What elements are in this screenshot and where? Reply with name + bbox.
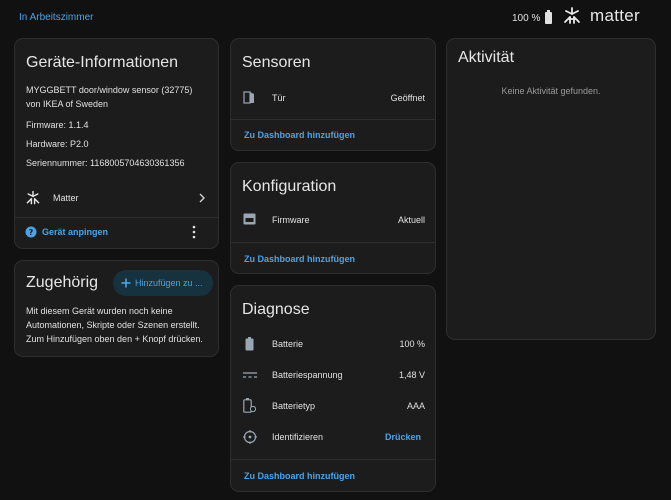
sensor-row-door[interactable]: Tür Geöffnet (231, 87, 435, 109)
related-text-line2: Automationen, Skripte oder Szenen erstel… (26, 320, 200, 330)
device-info-divider (15, 217, 218, 218)
diag-identify-label: Identifizieren (272, 432, 324, 442)
diagnostics-card: Diagnose Batterie 100 % Batteriespannung… (230, 285, 436, 492)
config-firmware-value: Aktuell (397, 215, 425, 225)
related-title: Zugehörig (26, 274, 99, 291)
identify-press-button[interactable]: Drücken (385, 432, 421, 442)
sensor-door-label: Tür (272, 93, 286, 103)
breadcrumb-area-link[interactable]: In Arbeitszimmer (19, 12, 93, 23)
integration-row[interactable]: Matter (15, 185, 218, 211)
battery-icon (245, 337, 254, 351)
chevron-right-icon (199, 193, 205, 203)
top-bar: In Arbeitszimmer 100 % matter (0, 0, 671, 36)
voltage-icon (243, 372, 257, 378)
serial-number: Seriennummer: 1168005704630361356 (26, 158, 185, 168)
activity-card: Aktivität Keine Aktivität gefunden. (446, 38, 656, 340)
add-to-button[interactable]: Hinzufügen zu ... (113, 270, 213, 296)
device-model: MYGGBETT door/window sensor (32775) (26, 85, 193, 95)
related-text-line1: Mit diesem Gerät wurden noch keine (26, 306, 173, 316)
diag-battery-type-label: Batterietyp (272, 401, 316, 411)
device-info-title: Geräte-Informationen (26, 54, 179, 71)
activity-empty-text: Keine Aktivität gefunden. (501, 86, 601, 96)
plus-icon (121, 278, 131, 288)
diag-row-voltage[interactable]: Batteriespannung 1,48 V (231, 364, 435, 386)
door-open-icon (243, 91, 254, 104)
firmware-version: Firmware: 1.1.4 (26, 120, 89, 130)
hardware-version: Hardware: P2.0 (26, 139, 89, 149)
config-row-firmware[interactable]: Firmware Aktuell (231, 208, 435, 230)
integration-label: Matter (53, 193, 79, 203)
diag-battery-value: 100 % (399, 339, 425, 349)
sensors-divider (231, 119, 435, 120)
ping-device-label: Gerät anpingen (42, 227, 109, 237)
sensors-add-dashboard-link[interactable]: Zu Dashboard hinzufügen (244, 130, 355, 140)
matter-integration-icon (26, 190, 40, 205)
help-circle-icon: ? (25, 226, 37, 238)
identify-icon (243, 430, 257, 444)
diag-divider (231, 459, 435, 460)
sensors-title: Sensoren (242, 54, 311, 71)
config-divider (231, 242, 435, 243)
related-card: Zugehörig Hinzufügen zu ... Mit diesem G… (14, 260, 219, 357)
configuration-title: Konfiguration (242, 178, 337, 195)
diag-battery-type-value: AAA (406, 401, 425, 411)
more-vert-icon[interactable] (191, 225, 197, 239)
matter-logo: matter (562, 6, 640, 26)
configuration-card: Konfiguration Firmware Aktuell Zu Dashbo… (230, 162, 436, 274)
diag-row-identify: Identifizieren Drücken (231, 426, 435, 448)
diag-battery-label: Batterie (272, 339, 304, 349)
battery-type-icon (243, 398, 256, 413)
activity-title: Aktivität (458, 49, 515, 66)
diag-voltage-label: Batteriespannung (272, 370, 343, 380)
diag-add-dashboard-link[interactable]: Zu Dashboard hinzufügen (244, 471, 355, 481)
svg-text:?: ? (29, 228, 34, 237)
sensors-card: Sensoren Tür Geöffnet Zu Dashboard hinzu… (230, 38, 436, 151)
firmware-icon (243, 213, 256, 225)
config-add-dashboard-link[interactable]: Zu Dashboard hinzufügen (244, 254, 355, 264)
related-text-line3: Zum Hinzufügen oben den + Knopf drücken. (26, 334, 203, 344)
diag-row-battery-type[interactable]: Batterietyp AAA (231, 395, 435, 417)
battery-status: 100 % (512, 10, 553, 24)
config-firmware-label: Firmware (272, 215, 310, 225)
battery-icon (545, 10, 553, 24)
device-manufacturer: von IKEA of Sweden (26, 99, 109, 109)
add-to-label: Hinzufügen zu ... (135, 278, 203, 288)
matter-logo-icon (564, 7, 580, 24)
matter-brand-text: matter (590, 6, 640, 25)
battery-percentage: 100 % (512, 12, 541, 24)
diagnostics-title: Diagnose (242, 301, 310, 318)
device-info-card: Geräte-Informationen MYGGBETT door/windo… (14, 38, 219, 249)
sensor-door-value: Geöffnet (390, 93, 425, 103)
diag-voltage-value: 1,48 V (398, 370, 425, 380)
diag-row-battery[interactable]: Batterie 100 % (231, 333, 435, 355)
ping-device-button[interactable]: ? Gerät anpingen (24, 223, 134, 241)
